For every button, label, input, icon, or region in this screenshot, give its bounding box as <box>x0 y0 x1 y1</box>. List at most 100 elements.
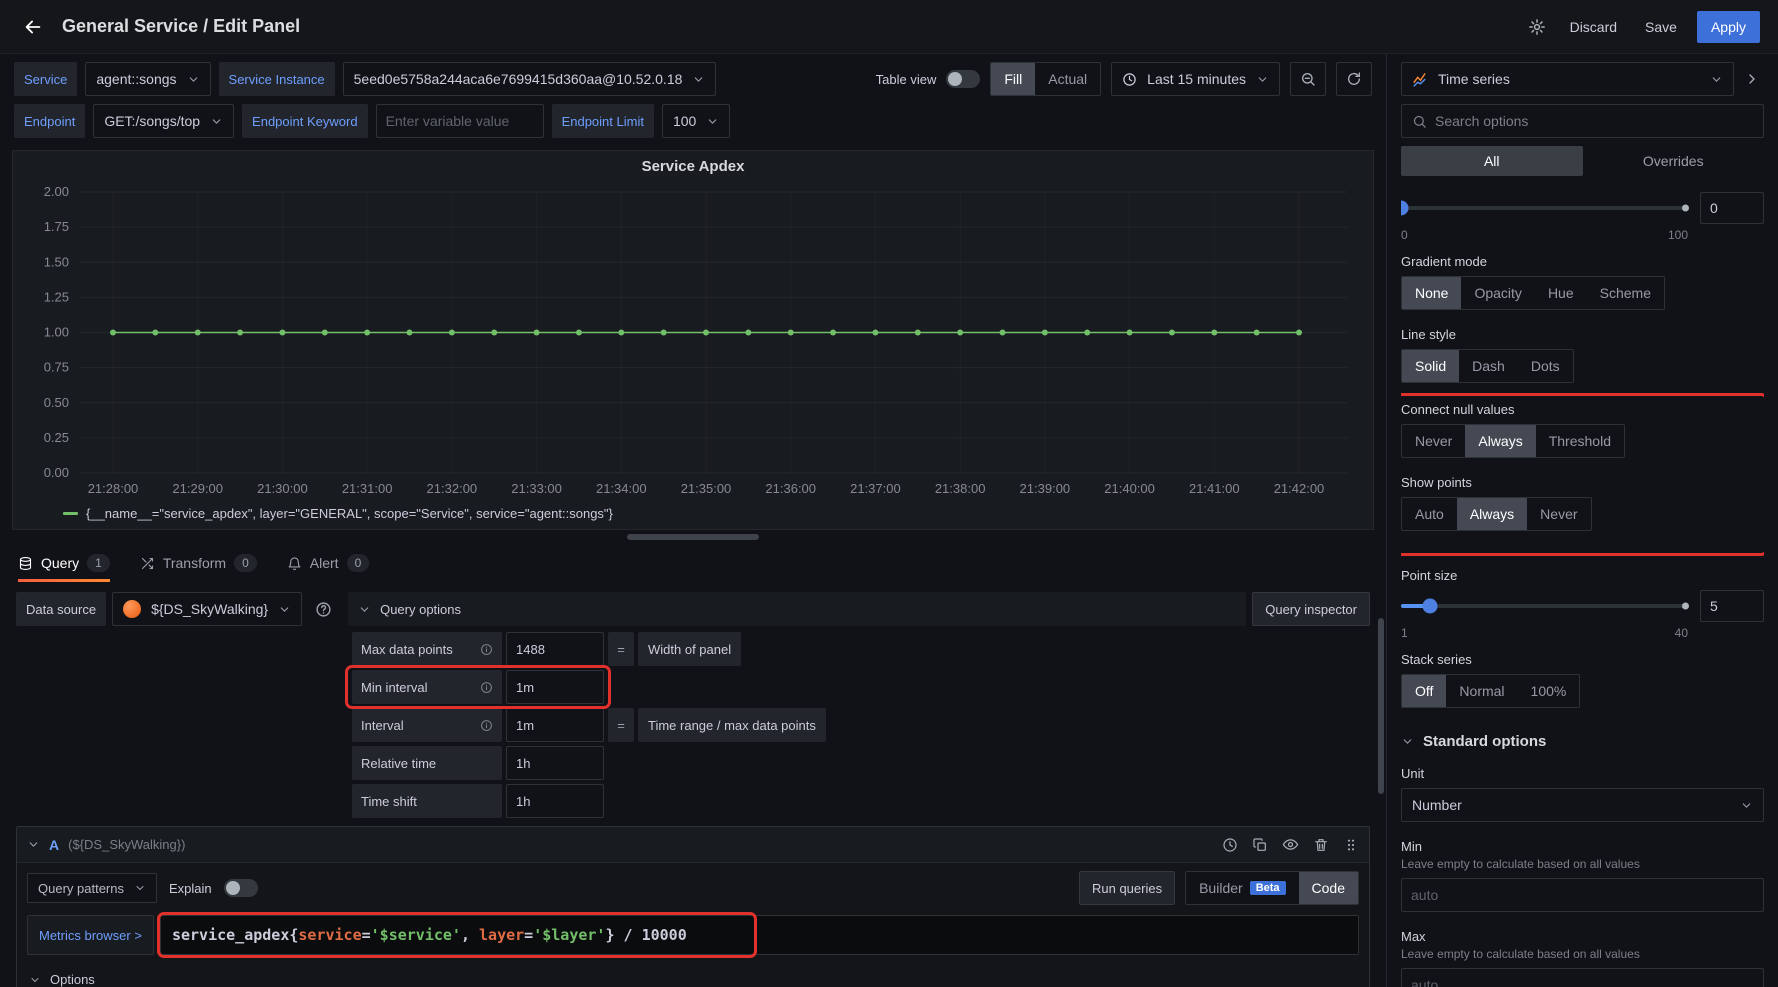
query-patterns-select[interactable]: Query patterns <box>27 873 157 903</box>
interval-input[interactable] <box>506 708 604 742</box>
datasource-label: Data source <box>16 592 106 626</box>
service-instance-var-label: Service Instance <box>219 62 335 96</box>
tab-transform-count: 0 <box>234 554 257 572</box>
option-always[interactable]: Always <box>1465 425 1535 457</box>
clock-icon <box>1122 72 1137 87</box>
fill-opacity-value[interactable]: 0 <box>1700 192 1764 224</box>
endpoint-var-select[interactable]: GET:/songs/top <box>93 104 234 138</box>
time-range-max-points-label: Time range / max data points <box>638 708 826 742</box>
option-never[interactable]: Never <box>1402 425 1465 457</box>
tab-overrides[interactable]: Overrides <box>1583 146 1765 176</box>
explain-toggle[interactable] <box>224 879 258 897</box>
time-shift-input[interactable] <box>506 784 604 818</box>
editor-scrollbar[interactable] <box>1378 618 1384 794</box>
chart-plot-area[interactable]: 2.001.751.501.251.000.750.500.250.0021:2… <box>23 180 1363 501</box>
time-range-picker[interactable]: Last 15 minutes <box>1111 62 1280 96</box>
option-solid[interactable]: Solid <box>1402 350 1459 382</box>
slider-handle[interactable] <box>1422 599 1437 614</box>
standard-options-section[interactable]: Standard options <box>1401 733 1764 750</box>
datasource-help-button[interactable] <box>308 592 338 626</box>
legend-series-swatch <box>63 512 78 515</box>
back-button[interactable] <box>18 10 48 44</box>
option-none[interactable]: None <box>1402 277 1461 309</box>
fill-opacity-slider[interactable] <box>1401 206 1688 210</box>
apply-button[interactable]: Apply <box>1697 11 1760 43</box>
endpoint-limit-select[interactable]: 100 <box>662 104 730 138</box>
refresh-button[interactable] <box>1336 62 1372 96</box>
point-size-slider[interactable] <box>1401 604 1688 608</box>
endpoint-var-label: Endpoint <box>14 104 85 138</box>
option-auto[interactable]: Auto <box>1402 498 1457 530</box>
width-of-panel-label: Width of panel <box>638 632 741 666</box>
min-input[interactable] <box>1401 878 1764 912</box>
magnifier-minus-icon <box>1300 71 1316 87</box>
service-var-label: Service <box>14 62 77 96</box>
option-opacity[interactable]: Opacity <box>1461 277 1534 309</box>
drag-handle[interactable] <box>1343 833 1359 857</box>
max-data-points-input[interactable] <box>506 632 604 666</box>
option-never[interactable]: Never <box>1527 498 1590 530</box>
run-queries-button[interactable]: Run queries <box>1079 871 1175 905</box>
endpoint-limit-var-label: Endpoint Limit <box>552 104 654 138</box>
option-dash[interactable]: Dash <box>1459 350 1518 382</box>
option-normal[interactable]: Normal <box>1446 675 1517 707</box>
collapse-options-pane-button[interactable] <box>1740 62 1764 96</box>
slider-end-dot <box>1682 205 1689 212</box>
legend-series-label: {__name__="service_apdex", layer="GENERA… <box>86 506 613 521</box>
datasource-picker[interactable]: ${DS_SkyWalking} <box>112 592 302 626</box>
chart-legend[interactable]: {__name__="service_apdex", layer="GENERA… <box>23 501 1363 525</box>
query-ref-datasource: (${DS_SkyWalking}) <box>68 837 185 852</box>
relative-time-input[interactable] <box>506 746 604 780</box>
option-always[interactable]: Always <box>1457 498 1527 530</box>
query-inspector-button[interactable]: Query inspector <box>1252 592 1370 626</box>
zoom-out-time-button[interactable] <box>1290 62 1326 96</box>
query-expression-input[interactable]: service_apdex{service='$service', layer=… <box>160 915 1359 955</box>
service-instance-var-select[interactable]: 5eed0e5758a244aca6e7699415d360aa@10.52.0… <box>343 62 717 96</box>
option-fill[interactable]: Fill <box>991 63 1035 95</box>
delete-query-button[interactable] <box>1313 833 1329 857</box>
min-interval-input[interactable] <box>506 670 604 704</box>
tab-alert[interactable]: Alert 0 <box>287 544 369 582</box>
point-size-value[interactable]: 5 <box>1700 590 1764 622</box>
option-hue[interactable]: Hue <box>1535 277 1587 309</box>
panel-title: Service Apdex <box>23 158 1363 180</box>
time-series-viz-icon <box>1412 71 1429 88</box>
chevron-down-icon <box>1710 73 1723 86</box>
interval-label: Interval <box>352 708 502 742</box>
unit-select[interactable]: Number <box>1401 788 1764 822</box>
hide-query-button[interactable] <box>1282 833 1299 857</box>
service-apdex-panel: Service Apdex 2.001.751.501.251.000.750.… <box>12 150 1374 530</box>
option-code[interactable]: Code <box>1299 872 1358 904</box>
time-range-value: Last 15 minutes <box>1147 71 1246 87</box>
table-view-toggle[interactable] <box>946 70 980 88</box>
option-builder[interactable]: Builder Beta <box>1186 872 1298 904</box>
option-threshold[interactable]: Threshold <box>1536 425 1624 457</box>
panel-settings-button[interactable] <box>1524 10 1550 44</box>
metrics-browser-button[interactable]: Metrics browser > <box>27 915 154 955</box>
fill-actual-toggle: FillActual <box>990 62 1101 96</box>
tab-all[interactable]: All <box>1401 146 1583 176</box>
option-actual[interactable]: Actual <box>1035 63 1100 95</box>
tab-query[interactable]: Query 1 <box>18 544 110 582</box>
duplicate-query-button[interactable] <box>1252 833 1268 857</box>
save-button[interactable]: Save <box>1637 11 1685 43</box>
relative-time-label: Relative time <box>352 746 502 780</box>
visualization-picker[interactable]: Time series <box>1401 62 1734 96</box>
query-history-button[interactable] <box>1222 833 1238 857</box>
option-off[interactable]: Off <box>1402 675 1446 707</box>
options-search-input[interactable] <box>1435 113 1753 129</box>
endpoint-keyword-input[interactable] <box>376 104 544 138</box>
option-dots[interactable]: Dots <box>1518 350 1573 382</box>
service-var-select[interactable]: agent::songs <box>85 62 210 96</box>
option-scheme[interactable]: Scheme <box>1587 277 1664 309</box>
tab-transform[interactable]: Transform 0 <box>140 544 257 582</box>
option-100-[interactable]: 100% <box>1518 675 1580 707</box>
query-options-collapse[interactable]: Options <box>17 963 1369 987</box>
query-row-header[interactable]: A (${DS_SkyWalking}) <box>17 827 1369 863</box>
discard-button[interactable]: Discard <box>1562 11 1625 43</box>
slider-handle[interactable] <box>1401 201 1409 216</box>
panel-resize-handle[interactable] <box>627 534 759 540</box>
endpoint-var-value: GET:/songs/top <box>104 113 200 129</box>
query-options-header[interactable]: Query options <box>348 592 1246 626</box>
max-input[interactable] <box>1401 968 1764 987</box>
